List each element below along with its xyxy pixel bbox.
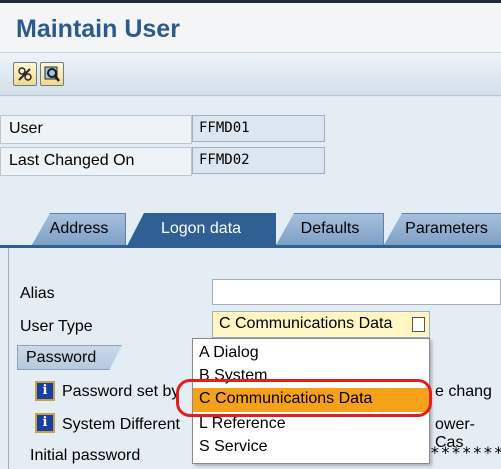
- user-label: User: [9, 120, 43, 137]
- dropdown-item-reference[interactable]: L Reference: [193, 413, 429, 437]
- last-changed-label: Last Changed On: [9, 152, 135, 169]
- initial-password-label: Initial password: [30, 447, 141, 464]
- password-subtab[interactable]: Password: [17, 345, 122, 370]
- password-change-text: e chang: [435, 383, 492, 400]
- last-changed-field[interactable]: FFMD02: [192, 147, 325, 174]
- item-label: Service: [214, 438, 268, 455]
- user-type-dropdown: A Dialog B System C Communications Data …: [192, 338, 430, 464]
- dropdown-item-communications-data[interactable]: C Communications Data: [193, 388, 429, 412]
- item-label: Communications Data: [215, 390, 373, 407]
- tab-strip: Address Logon data Defaults Parameters: [0, 213, 501, 248]
- item-code: S: [199, 438, 210, 455]
- tab-address[interactable]: Address: [32, 213, 126, 245]
- page-title: Maintain User: [16, 15, 180, 43]
- alias-input[interactable]: [212, 279, 501, 305]
- display-magnifier-icon[interactable]: [40, 62, 64, 86]
- dropdown-item-dialog[interactable]: A Dialog: [193, 342, 429, 366]
- system-different-label: System Different: [62, 416, 180, 433]
- tab-logon-data[interactable]: Logon data: [126, 213, 276, 248]
- info-icon[interactable]: i: [35, 413, 55, 433]
- user-type-label: User Type: [20, 318, 93, 335]
- dropdown-item-service[interactable]: S Service: [193, 436, 429, 460]
- user-field[interactable]: FFMD01: [192, 115, 325, 142]
- alias-label: Alias: [20, 285, 55, 302]
- item-code: L: [199, 415, 208, 432]
- item-code: C: [199, 390, 211, 407]
- user-type-select[interactable]: C Communications Data: [212, 311, 430, 338]
- title-bar: Maintain User: [0, 0, 501, 52]
- initial-password-value: ********: [430, 443, 501, 462]
- application-toolbar: [0, 52, 501, 96]
- edit-glasses-icon[interactable]: [13, 62, 37, 86]
- dropdown-list-icon[interactable]: [412, 317, 425, 332]
- item-label: System: [214, 367, 268, 384]
- item-code: A: [199, 344, 209, 361]
- item-label: Reference: [211, 415, 286, 432]
- tab-parameters[interactable]: Parameters: [384, 213, 501, 245]
- user-type-value: C Communications Data: [219, 315, 393, 332]
- item-code: B: [199, 367, 210, 384]
- dropdown-item-system[interactable]: B System: [193, 365, 429, 389]
- password-set-by-label: Password set by: [62, 383, 180, 400]
- info-icon[interactable]: i: [35, 381, 55, 401]
- item-label: Dialog: [213, 344, 259, 361]
- tab-defaults[interactable]: Defaults: [276, 213, 384, 245]
